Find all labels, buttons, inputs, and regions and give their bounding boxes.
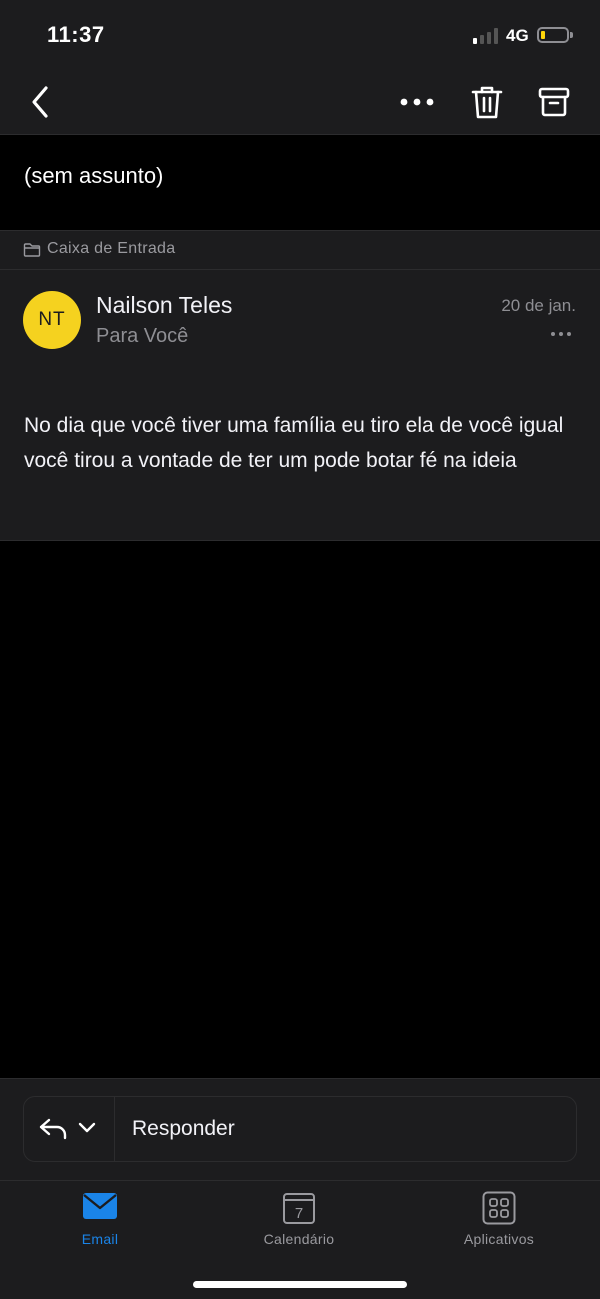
back-button[interactable] — [26, 84, 56, 120]
delete-button[interactable] — [470, 84, 504, 120]
reply-icon[interactable] — [38, 1115, 68, 1143]
email-message: NT Nailson Teles Para Você 20 de jan. No… — [0, 270, 600, 541]
tab-apps[interactable]: Aplicativos — [399, 1181, 599, 1261]
chevron-left-icon — [32, 86, 48, 118]
reply-box[interactable]: Responder — [23, 1096, 577, 1162]
tab-apps-label: Aplicativos — [463, 1231, 535, 1247]
subject-area: (sem assunto) — [0, 134, 600, 230]
reply-options-group[interactable] — [24, 1097, 115, 1161]
email-subject: (sem assunto) — [24, 163, 164, 188]
more-horizontal-icon — [551, 332, 571, 336]
battery-icon — [537, 27, 573, 43]
folder-icon — [23, 243, 41, 257]
navigation-bar — [0, 70, 600, 134]
top-bar: 11:37 4G — [0, 0, 600, 134]
message-options-button[interactable] — [550, 328, 572, 340]
archive-icon — [538, 87, 570, 117]
status-bar: 11:37 4G — [0, 0, 600, 70]
tab-calendar[interactable]: 7 Calendário — [199, 1181, 399, 1261]
home-indicator[interactable] — [193, 1281, 407, 1288]
tab-email-label: Email — [81, 1231, 119, 1247]
tab-bar: Email 7 Calendário Aplicativos — [0, 1180, 600, 1299]
archive-button[interactable] — [537, 84, 571, 120]
sender-name[interactable]: Nailson Teles — [96, 292, 232, 319]
status-time: 11:37 — [47, 22, 105, 47]
email-date: 20 de jan. — [501, 296, 576, 315]
tab-email[interactable]: Email — [0, 1181, 200, 1261]
apps-grid-icon — [482, 1191, 516, 1225]
folder-label: Caixa de Entrada — [47, 240, 176, 257]
cellular-signal-icon — [473, 28, 501, 44]
network-type: 4G — [506, 26, 529, 45]
recipient-line[interactable]: Para Você — [96, 325, 188, 348]
sender-avatar[interactable]: NT — [23, 291, 81, 349]
mail-icon — [83, 1193, 117, 1219]
tab-calendar-label: Calendário — [263, 1231, 335, 1247]
reply-area: Responder — [0, 1078, 600, 1180]
calendar-day: 7 — [295, 1205, 303, 1222]
more-options-button[interactable] — [396, 88, 438, 116]
folder-breadcrumb[interactable]: Caixa de Entrada — [0, 230, 600, 270]
reply-button-label[interactable]: Responder — [132, 1117, 235, 1141]
email-body: No dia que você tiver uma família eu tir… — [24, 414, 564, 472]
trash-icon — [471, 86, 503, 119]
more-horizontal-icon — [400, 98, 434, 106]
calendar-icon: 7 — [283, 1193, 315, 1224]
chevron-down-icon[interactable] — [78, 1121, 96, 1135]
